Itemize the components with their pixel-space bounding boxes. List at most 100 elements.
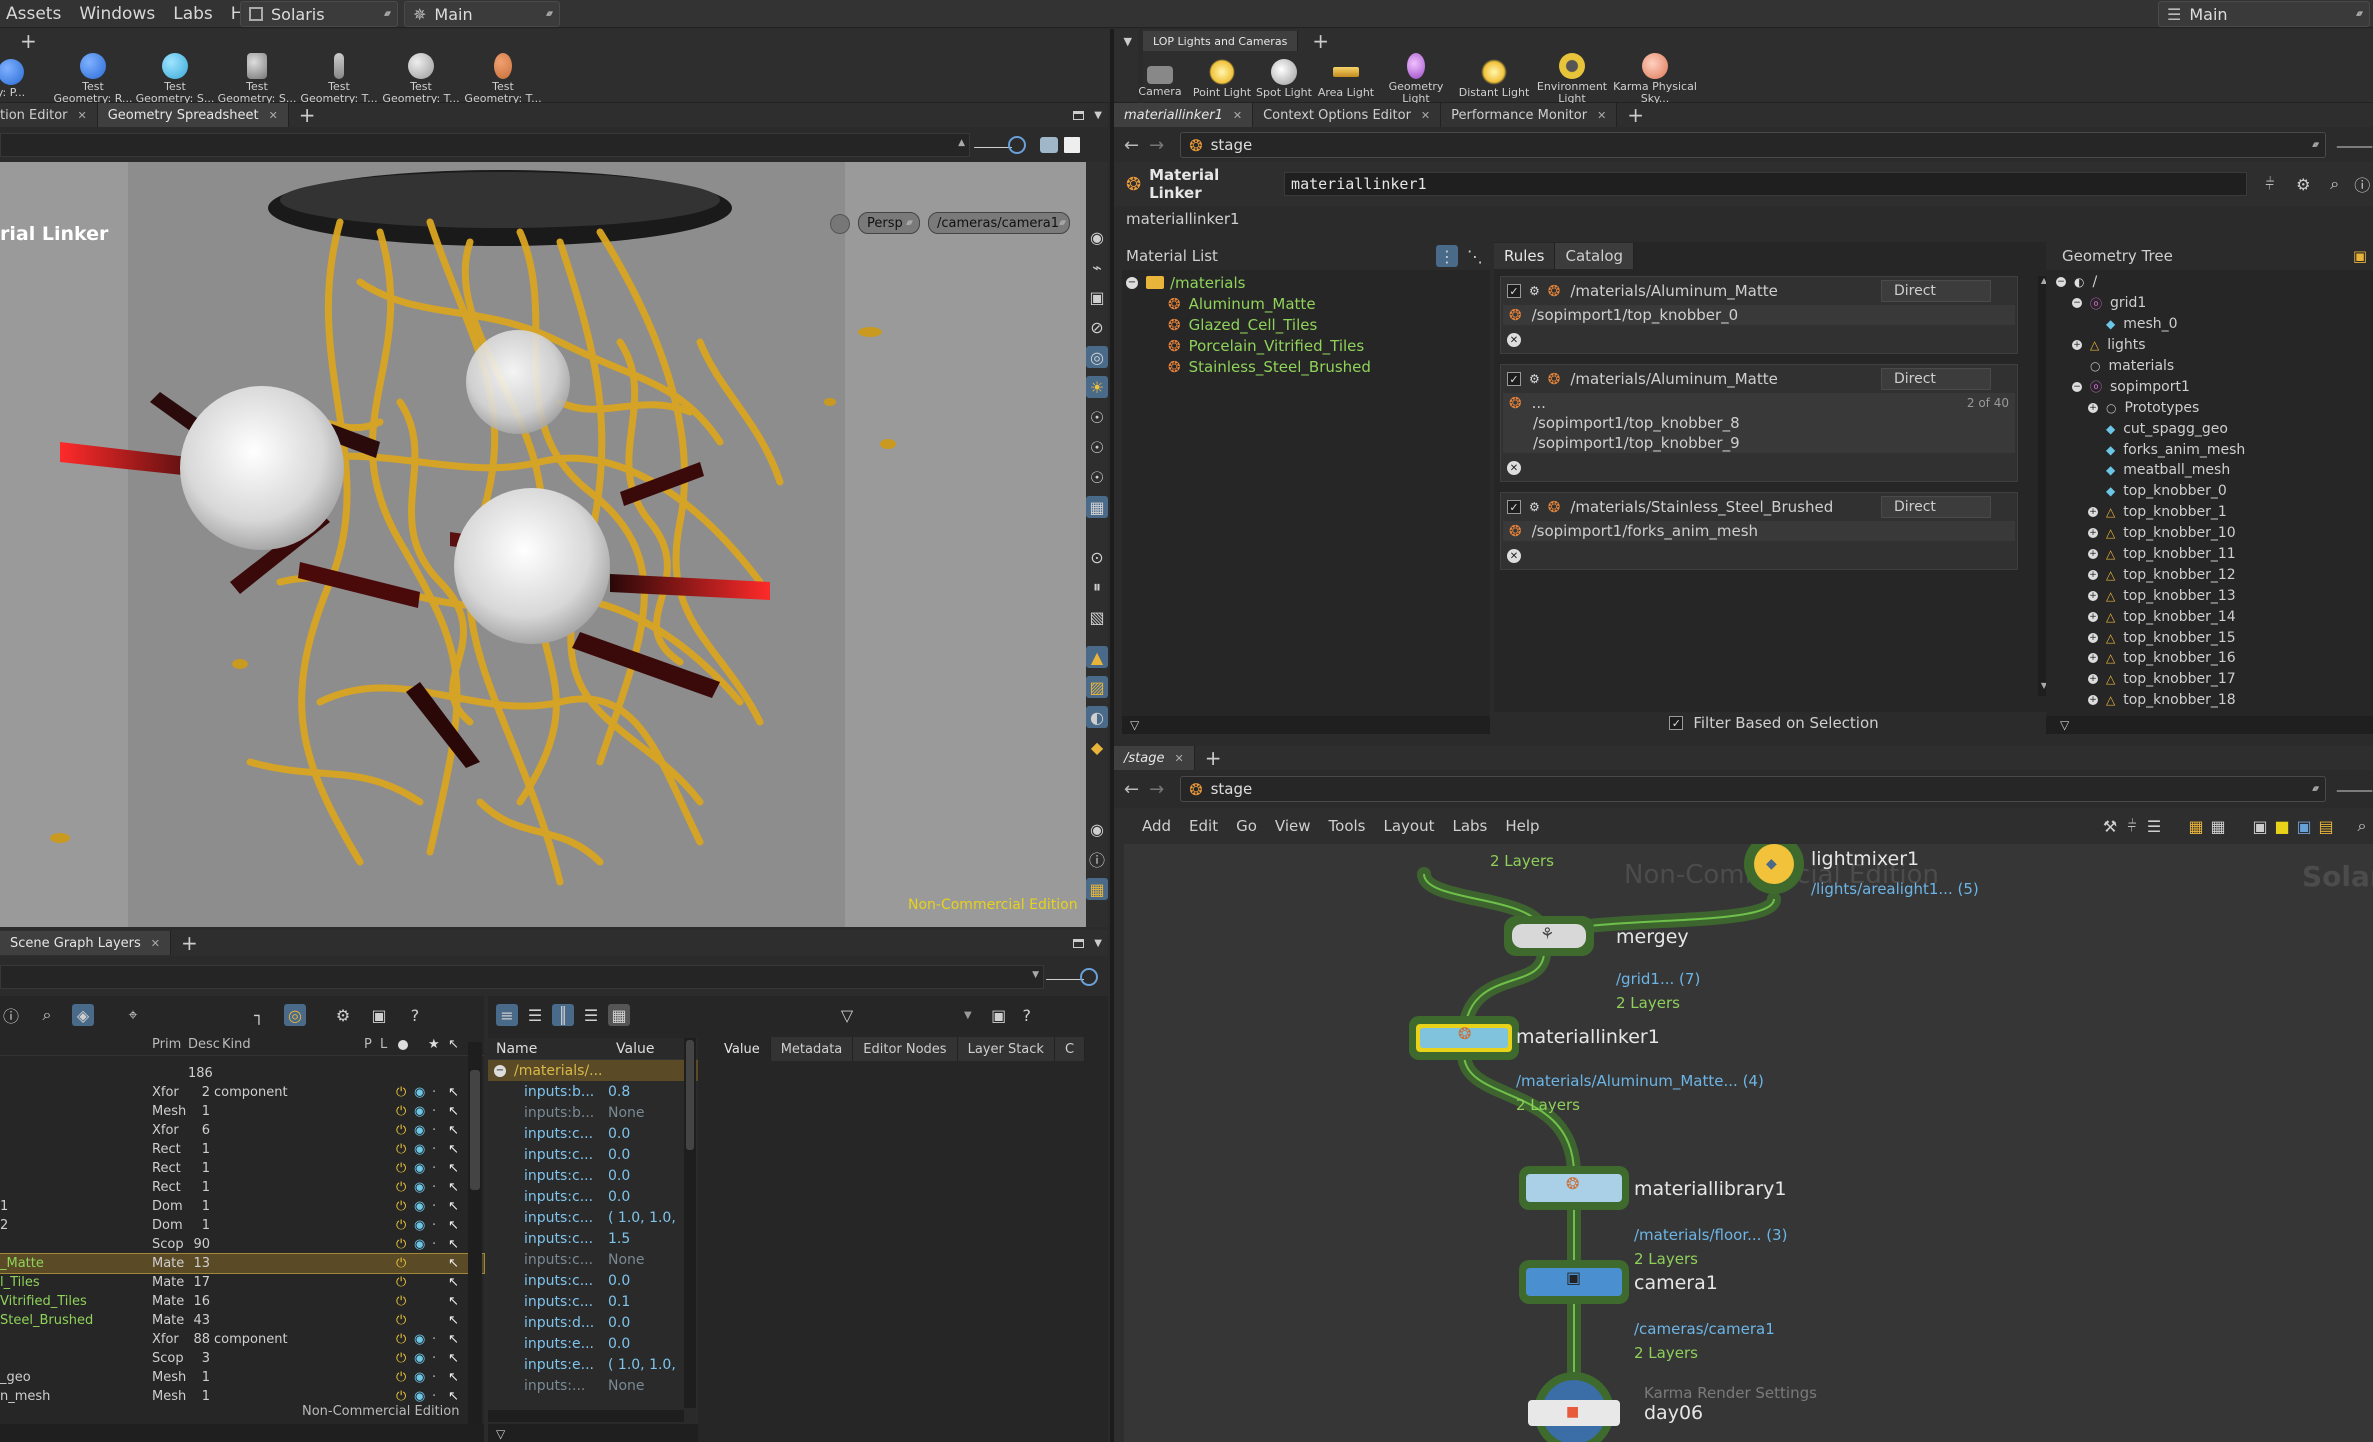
snapshot-icon[interactable]: ▣ xyxy=(988,1004,1010,1026)
visibility-toggle-icon[interactable]: ◉ xyxy=(414,1389,425,1404)
col-name[interactable]: Name xyxy=(496,1041,616,1057)
property-row[interactable]: inputs:c... 0.0 xyxy=(488,1144,698,1165)
rule-mode-dropdown[interactable]: Direct xyxy=(1881,280,1991,302)
add-tab-icon[interactable]: + xyxy=(1627,103,1644,127)
geometry-tree-item[interactable]: ◆ meatball_mesh xyxy=(2056,460,2373,481)
pin-icon[interactable]: ⸻ xyxy=(1045,966,1084,988)
network-menu-edit[interactable]: Edit xyxy=(1189,817,1218,835)
node-mergey[interactable]: mergey xyxy=(1616,926,1689,948)
info-icon[interactable]: ⓘ xyxy=(2352,173,2373,195)
visibility-toggle-icon[interactable]: ◉ xyxy=(414,1332,425,1347)
network-menu-add[interactable]: Add xyxy=(1142,817,1171,835)
visibility-toggle-icon[interactable]: ◉ xyxy=(414,1351,425,1366)
hide-icon[interactable]: ⊙ xyxy=(1086,546,1108,568)
geometry-tree-item[interactable]: ◆ cut_spagg_geo xyxy=(2056,418,2373,439)
network-menu-go[interactable]: Go xyxy=(1236,817,1257,835)
solo-toggle-icon[interactable]: · xyxy=(432,1237,436,1252)
collapse-icon[interactable]: − xyxy=(1126,276,1138,289)
rule-mode-dropdown[interactable]: Direct xyxy=(1881,496,1991,518)
render-region-icon[interactable]: ▧ xyxy=(1086,606,1108,628)
scene-graph-row[interactable]: Scop 3 ⏻ ◉ · ↖ xyxy=(0,1349,484,1368)
visibility-toggle-icon[interactable]: ◉ xyxy=(414,1180,425,1195)
rule-enable-checkbox[interactable]: ✓ xyxy=(1507,500,1521,514)
property-row[interactable]: inputs:b... 0.8 xyxy=(488,1081,698,1102)
network-menu-layout[interactable]: Layout xyxy=(1383,817,1434,835)
selectable-toggle-icon[interactable]: ↖ xyxy=(448,1180,459,1195)
solo-toggle-icon[interactable]: · xyxy=(432,1123,436,1138)
transform-icon[interactable]: ┐ xyxy=(248,1004,270,1026)
background-icon[interactable]: ▨ xyxy=(1086,676,1108,698)
tab-performance-monitor[interactable]: Performance Monitor ✕ xyxy=(1441,103,1618,127)
scene-graph-row[interactable]: 186 xyxy=(0,1064,484,1083)
collapse-icon[interactable]: − xyxy=(2056,277,2066,288)
viewport[interactable]: rial Linker Persp /cameras/camera1 Non-C… xyxy=(0,162,1086,927)
node-lightmixer1[interactable]: lightmixer1 xyxy=(1811,848,1919,870)
desktop-selector[interactable]: Solaris xyxy=(240,1,398,27)
visibility-toggle-icon[interactable]: ◉ xyxy=(414,1237,425,1252)
add-tab-icon[interactable]: + xyxy=(299,103,316,127)
scene-graph-path-field[interactable]: ▼ xyxy=(0,965,1044,989)
shelf-tool-4[interactable]: Test Geometry: T... xyxy=(298,53,380,105)
active-toggle-icon[interactable]: ⏻ xyxy=(396,1294,406,1309)
scene-graph-row[interactable]: l_Tiles Mate 17 ⏻ ↖ xyxy=(0,1273,484,1292)
prop-root-row[interactable]: − /materials/... xyxy=(488,1060,698,1081)
right-desktop-selector[interactable]: ☰ Main xyxy=(2158,1,2370,27)
filter-icon[interactable]: ▽ xyxy=(496,1427,505,1441)
snapshot-icon[interactable] xyxy=(1064,137,1080,153)
property-row[interactable]: inputs:e... ( 1.0, 1.0, 1 xyxy=(488,1354,698,1375)
add-tab-icon[interactable]: + xyxy=(181,931,198,955)
active-toggle-icon[interactable]: ⏻ xyxy=(396,1218,406,1233)
expand-icon[interactable]: + xyxy=(2088,507,2098,518)
shelf-tool-distant-light[interactable]: Distant Light xyxy=(1455,59,1533,99)
shelf-tool-6[interactable]: Test Geometry: T... xyxy=(462,53,544,105)
grid-color-icon[interactable]: ▦ xyxy=(2185,815,2207,837)
tab-rules[interactable]: Rules xyxy=(1494,243,1556,269)
selectable-toggle-icon[interactable]: ↖ xyxy=(448,1332,459,1347)
tab-metadata[interactable]: Metadata xyxy=(770,1037,854,1061)
sticky-note-icon[interactable]: ■ xyxy=(2271,815,2293,837)
scene-graph-row[interactable]: Rect 1 ⏻ ◉ · ↖ xyxy=(0,1178,484,1197)
selectable-toggle-icon[interactable]: ↖ xyxy=(448,1218,459,1233)
scene-graph-scrollbar[interactable] xyxy=(468,1042,482,1424)
property-row[interactable]: inputs:c... 0.0 xyxy=(488,1186,698,1207)
scene-graph-row[interactable]: 1 Dom 1 ⏻ ◉ · ↖ xyxy=(0,1197,484,1216)
rule-mode-dropdown[interactable]: Direct xyxy=(1881,368,1991,390)
property-row[interactable]: inputs:c... 1.5 xyxy=(488,1228,698,1249)
wrench-icon[interactable]: ⚒ xyxy=(2099,815,2121,837)
link-visible-icon[interactable]: ◎ xyxy=(284,1004,306,1026)
solo-toggle-icon[interactable]: · xyxy=(432,1389,436,1404)
selection-mode-icon[interactable]: ◈ xyxy=(72,1004,94,1026)
tab-scene-graph-layers[interactable]: Scene Graph Layers ✕ xyxy=(0,931,172,955)
search-icon[interactable]: ⌕ xyxy=(36,1004,58,1026)
filter-icon[interactable]: ▽ xyxy=(2060,718,2069,732)
table-view-icon[interactable]: ▦ xyxy=(608,1004,630,1026)
selectable-toggle-icon[interactable]: ↖ xyxy=(448,1256,459,1271)
node-name-field[interactable]: materiallinker1 xyxy=(1284,172,2248,196)
list-view-icon[interactable]: ☰ xyxy=(524,1004,546,1026)
lock-camera-icon[interactable] xyxy=(830,214,850,234)
geometry-tree-item[interactable]: + △ top_knobber_12 xyxy=(2056,564,2373,585)
material-item[interactable]: ❂ Glazed_Cell_Tiles xyxy=(1122,314,1490,335)
material-item[interactable]: ❂ Aluminum_Matte xyxy=(1122,293,1490,314)
solo-toggle-icon[interactable]: · xyxy=(432,1142,436,1157)
col-p[interactable]: P xyxy=(364,1037,372,1052)
bulb-icon[interactable]: ☉ xyxy=(1086,406,1108,428)
rule-enable-checkbox[interactable]: ✓ xyxy=(1507,284,1521,298)
pin-icon[interactable]: ⸻ xyxy=(973,134,1012,156)
visibility-toggle-icon[interactable]: ◉ xyxy=(414,1218,425,1233)
visibility-toggle-icon[interactable]: ◉ xyxy=(414,1085,425,1100)
col-star-icon[interactable]: ★ xyxy=(428,1037,440,1052)
menu-labs[interactable]: Labs xyxy=(173,4,213,24)
scene-graph-row[interactable]: Rect 1 ⏻ ◉ · ↖ xyxy=(0,1140,484,1159)
property-row[interactable]: inputs:c... 0.0 xyxy=(488,1165,698,1186)
forward-arrow-icon[interactable]: → xyxy=(1149,135,1164,156)
rule-prim-row[interactable]: /sopimport1/top_knobber_8 xyxy=(1503,413,2015,433)
geometry-tree-item[interactable]: + △ top_knobber_16 xyxy=(2056,648,2373,669)
close-icon[interactable]: ✕ xyxy=(78,109,87,122)
close-icon[interactable]: ✕ xyxy=(1421,109,1430,122)
rule-gear-icon[interactable]: ⚙ xyxy=(1529,372,1540,386)
scene-graph-row[interactable]: Vitrified_Tiles Mate 16 ⏻ ↖ xyxy=(0,1292,484,1311)
network-menu-labs[interactable]: Labs xyxy=(1452,817,1487,835)
tree-mode-icon[interactable]: ⋮ xyxy=(1436,245,1458,267)
filter-icon[interactable]: ▽ xyxy=(1130,718,1139,732)
